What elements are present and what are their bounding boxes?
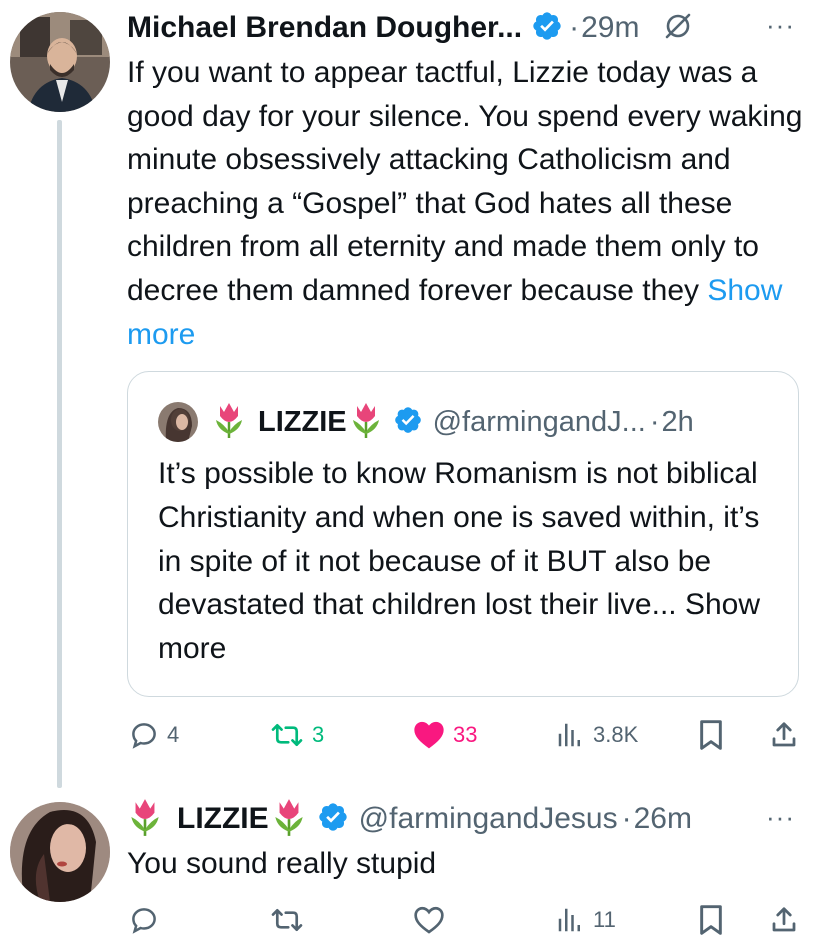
separator: · — [621, 802, 632, 835]
tweet-lizzie: LIZZIE @farmingandJesus · 26m ··· You so… — [0, 790, 820, 951]
bookmark-button[interactable] — [697, 900, 725, 940]
grok-icon[interactable] — [661, 9, 695, 48]
tweet-header: Michael Brendan Dougher... · 29m — [127, 6, 695, 50]
separator: · — [569, 11, 580, 44]
views-icon — [558, 908, 580, 932]
timestamp[interactable]: 26m — [634, 802, 692, 836]
more-options-icon[interactable]: ··· — [766, 10, 795, 41]
timestamp[interactable]: 29m — [581, 11, 639, 45]
views-count: 11 — [593, 907, 616, 932]
reply-count: 4 — [167, 722, 180, 747]
verified-badge-icon — [393, 405, 423, 440]
retweet-icon — [271, 908, 303, 932]
tulip-icon — [271, 796, 307, 843]
author-name[interactable]: LIZZIE — [177, 802, 269, 836]
verified-badge-icon — [317, 801, 349, 838]
separator: · — [649, 405, 660, 438]
share-button[interactable] — [769, 715, 799, 755]
author-name[interactable]: Michael Brendan Dougher... — [127, 11, 522, 45]
like-button[interactable] — [413, 900, 445, 940]
bookmark-icon — [700, 905, 722, 935]
retweet-count: 3 — [312, 722, 325, 747]
heart-icon — [414, 906, 444, 934]
tulip-icon — [212, 400, 246, 445]
bookmark-button[interactable] — [697, 715, 725, 755]
quote-author-name: LIZZIE — [258, 405, 347, 438]
tweet-text: If you want to appear tactful, Lizzie to… — [127, 56, 803, 307]
like-button[interactable]: 33 — [413, 715, 477, 755]
views-button[interactable]: 3.8K — [555, 715, 638, 755]
share-button[interactable] — [769, 900, 799, 940]
bookmark-icon — [700, 720, 722, 750]
share-icon — [772, 907, 796, 932]
views-icon — [558, 723, 580, 747]
action-bar: 11 — [127, 900, 807, 940]
avatar-lizzie[interactable] — [10, 802, 110, 902]
views-button[interactable]: 11 — [555, 900, 616, 940]
views-count: 3.8K — [593, 722, 639, 747]
avatar-michael[interactable] — [10, 12, 110, 112]
retweet-button[interactable] — [270, 900, 304, 940]
verified-badge-icon — [531, 10, 563, 47]
reply-button[interactable] — [129, 900, 159, 940]
avatar-photo-lizzie — [10, 802, 110, 902]
share-icon — [772, 722, 796, 747]
tweet-header: LIZZIE @farmingandJesus · 26m — [127, 794, 692, 844]
quote-header: LIZZIE @farmingandJ... · 2h — [158, 398, 694, 446]
handle[interactable]: @farmingandJesus — [359, 802, 618, 836]
reply-button[interactable]: 4 — [129, 715, 179, 755]
quoted-tweet[interactable]: LIZZIE @farmingandJ... · 2h It’s possibl… — [127, 371, 799, 697]
more-options-icon[interactable]: ··· — [766, 802, 795, 833]
quote-text: It’s possible to know Romanism is not bi… — [158, 457, 760, 622]
quote-avatar — [158, 402, 198, 442]
thread-line — [57, 120, 62, 788]
tweet-body: If you want to appear tactful, Lizzie to… — [127, 51, 807, 356]
avatar-photo-michael — [10, 12, 110, 112]
quote-body: It’s possible to know Romanism is not bi… — [158, 452, 778, 671]
like-count: 33 — [453, 722, 478, 747]
tulip-icon — [349, 400, 383, 445]
tweet-text: You sound really stupid — [127, 847, 437, 880]
tweet-body: You sound really stupid — [127, 842, 807, 886]
quote-handle: @farmingandJ... — [432, 405, 646, 438]
reply-icon — [132, 908, 156, 934]
retweet-icon — [271, 723, 303, 747]
quote-timestamp: 2h — [661, 405, 694, 438]
tweet-michael: Michael Brendan Dougher... · 29m ··· If … — [0, 0, 820, 790]
reply-icon — [132, 723, 156, 749]
action-bar: 4 3 33 3.8K — [127, 715, 807, 755]
heart-icon — [414, 721, 444, 749]
retweet-button[interactable]: 3 — [270, 715, 324, 755]
tulip-icon — [127, 796, 163, 843]
